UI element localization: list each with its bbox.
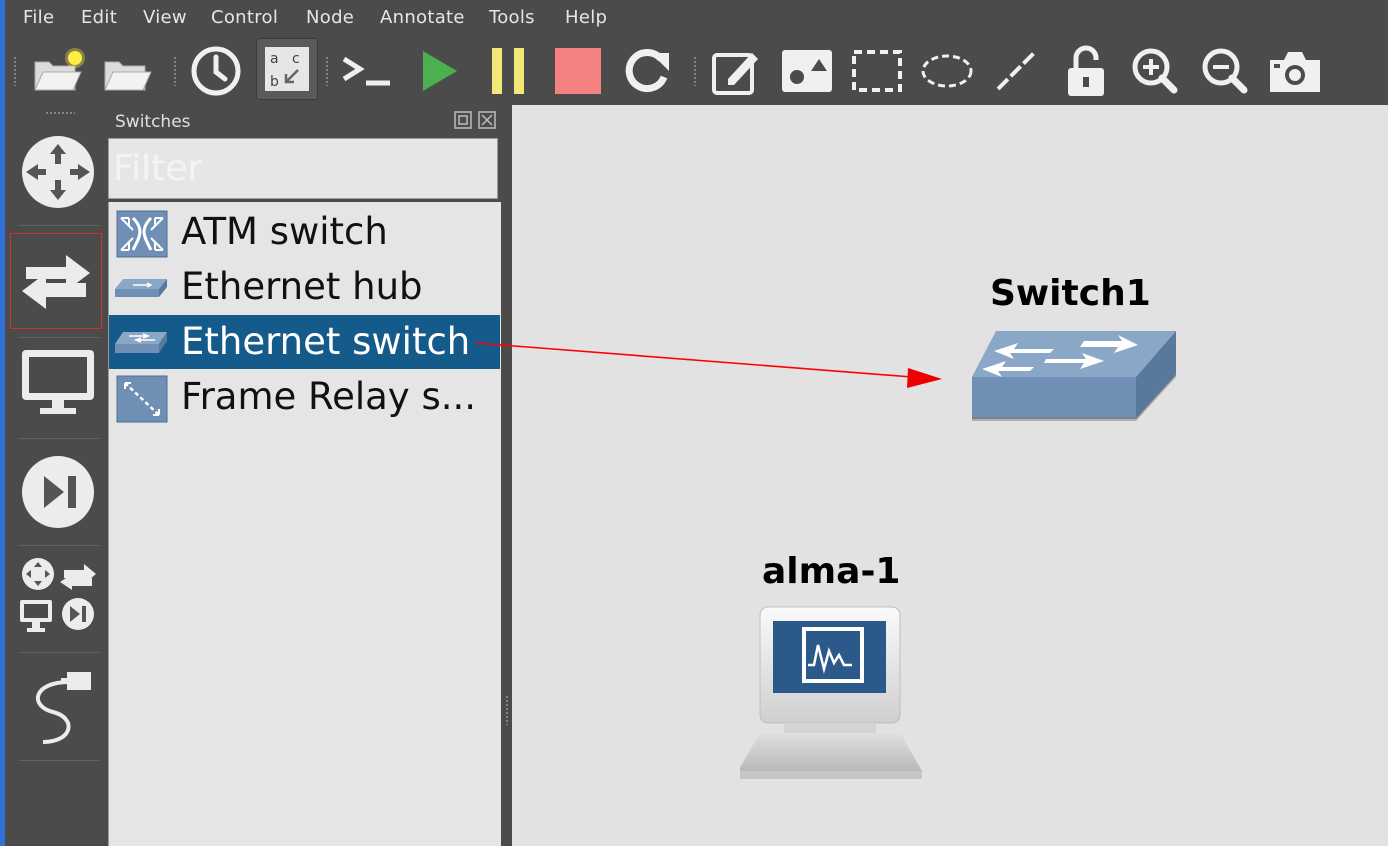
filter-input[interactable]	[108, 138, 498, 199]
dock-splitter[interactable]	[505, 695, 509, 725]
switches-icon[interactable]	[10, 233, 102, 329]
toolbar: a c b	[5, 34, 1388, 105]
zoom-in-icon[interactable]	[1126, 42, 1184, 100]
draw-rectangle-icon[interactable]	[848, 42, 906, 100]
menu-node[interactable]: Node	[306, 7, 354, 28]
menu-help[interactable]: Help	[565, 7, 607, 28]
new-project-icon[interactable]	[29, 42, 87, 100]
end-devices-icon[interactable]	[16, 337, 100, 427]
list-item-label: Frame Relay s...	[181, 375, 477, 418]
draw-ellipse-icon[interactable]	[918, 42, 976, 100]
menu-edit[interactable]: Edit	[81, 7, 117, 28]
menu-tools[interactable]: Tools	[489, 7, 535, 28]
menu-bar: File Edit View Control Node Annotate Too…	[5, 0, 1388, 34]
insert-image-icon[interactable]	[778, 42, 836, 100]
routers-icon[interactable]	[16, 127, 100, 217]
svg-text:b: b	[270, 74, 279, 90]
separator	[19, 438, 99, 439]
add-link-icon[interactable]	[16, 661, 100, 751]
security-devices-icon[interactable]	[16, 447, 100, 537]
devicebar-grip[interactable]	[45, 111, 75, 115]
list-item-ethernet-hub[interactable]: Ethernet hub	[109, 260, 500, 314]
alma-1-node[interactable]	[738, 605, 930, 781]
frame-relay-switch-icon	[115, 375, 169, 423]
separator	[19, 225, 99, 226]
draw-line-icon[interactable]	[987, 42, 1045, 100]
svg-text:a: a	[270, 51, 279, 67]
node-label-alma-1[interactable]: alma-1	[762, 551, 900, 592]
start-icon[interactable]	[410, 42, 468, 100]
switches-dock: Switches ATM switch	[108, 105, 504, 846]
svg-text:c: c	[292, 51, 300, 67]
switch1-node[interactable]	[972, 329, 1178, 423]
suspend-icon[interactable]	[479, 42, 537, 100]
toolbar-grip[interactable]	[693, 56, 697, 86]
lock-icon[interactable]	[1057, 42, 1115, 100]
menu-view[interactable]: View	[143, 7, 187, 28]
topology-canvas[interactable]: Switch1 alma-1	[512, 105, 1388, 846]
separator	[19, 760, 99, 761]
list-item-label: Ethernet switch	[181, 320, 471, 363]
toolbar-grip[interactable]	[13, 56, 17, 86]
separator	[19, 545, 99, 546]
stop-icon[interactable]	[549, 42, 607, 100]
list-item-ethernet-switch[interactable]: Ethernet switch	[109, 315, 500, 369]
all-devices-icon[interactable]	[16, 551, 100, 641]
menu-control[interactable]: Control	[211, 7, 278, 28]
menu-annotate[interactable]: Annotate	[380, 7, 465, 28]
open-project-icon[interactable]	[99, 42, 157, 100]
list-item-label: Ethernet hub	[181, 265, 423, 308]
toolbar-grip[interactable]	[173, 56, 177, 86]
close-dock-icon[interactable]	[478, 111, 496, 129]
separator	[19, 652, 99, 653]
snapshot-icon[interactable]	[187, 42, 245, 100]
device-list: ATM switch Ethernet hub Ethernet switch …	[108, 202, 501, 846]
show-interface-labels-icon[interactable]: a c b	[256, 38, 318, 100]
atm-switch-icon	[115, 210, 169, 258]
node-label-switch1[interactable]: Switch1	[990, 273, 1151, 314]
float-dock-icon[interactable]	[454, 111, 472, 129]
add-note-icon[interactable]	[707, 42, 765, 100]
dock-title: Switches	[115, 112, 191, 132]
device-type-bar	[5, 105, 108, 846]
toolbar-grip[interactable]	[325, 56, 329, 86]
list-item-atm-switch[interactable]: ATM switch	[109, 205, 500, 259]
list-item-frame-relay-switch[interactable]: Frame Relay s...	[109, 370, 500, 424]
ethernet-switch-icon	[115, 320, 169, 364]
list-item-label: ATM switch	[181, 210, 388, 253]
menu-file[interactable]: File	[23, 7, 54, 28]
console-icon[interactable]	[339, 42, 397, 100]
zoom-out-icon[interactable]	[1196, 42, 1254, 100]
reload-icon[interactable]	[618, 42, 676, 100]
screenshot-icon[interactable]	[1266, 42, 1324, 100]
ethernet-hub-icon	[115, 265, 169, 309]
